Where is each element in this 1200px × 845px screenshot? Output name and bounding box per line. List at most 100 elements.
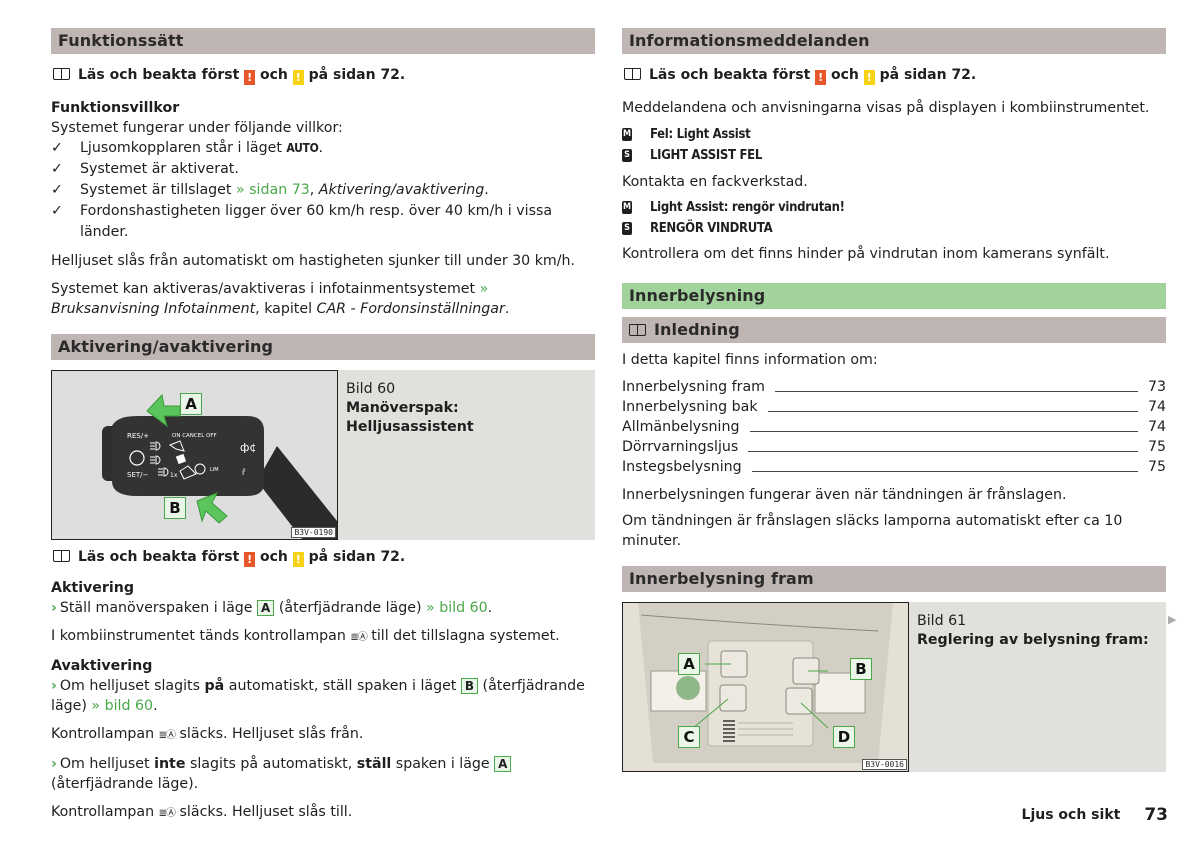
paragraph: Kontrollampan ≣Ⓐ släcks. Helljuset slås … xyxy=(51,804,353,820)
right-column: Informationsmeddelanden Läs och beakta f… xyxy=(622,28,1166,772)
list-item: ✓ Fordonshastigheten ligger över 60 km/h … xyxy=(51,203,553,240)
paragraph: Helljuset slås från automatiskt om hasti… xyxy=(51,253,576,269)
toc-item[interactable]: Innerbelysning fram 73 xyxy=(622,377,1166,397)
section-heading-aktivering: Aktivering/avaktivering xyxy=(51,334,595,360)
figure-number: Bild 60 xyxy=(346,381,396,397)
safety-note: Läs och beakta först ! och ! på sidan 72… xyxy=(53,546,595,568)
section-heading-innerbelysning-fram: Innerbelysning fram xyxy=(622,566,1166,592)
figure-title: Reglering av belysning fram: xyxy=(917,632,1149,648)
page-footer: Ljus och sikt 73 xyxy=(1022,805,1168,825)
warning-yellow-icon: ! xyxy=(292,552,304,567)
paragraph: Kontrollampan ≣Ⓐ släcks. Helljuset slås … xyxy=(51,726,364,742)
paragraph: I kombiinstrumentet tänds kontrollampan … xyxy=(51,628,560,644)
paragraph: Om tändningen är frånslagen släcks lampo… xyxy=(622,513,1123,549)
reference-link[interactable]: » xyxy=(480,281,489,297)
check-icon: ✓ xyxy=(51,161,63,177)
book-icon xyxy=(624,68,641,80)
display-s-icon: S xyxy=(622,149,632,162)
chapter-heading-innerbelysning: Innerbelysning xyxy=(622,283,1166,309)
page-link[interactable]: » sidan 73 xyxy=(236,182,310,198)
paragraph: Systemet kan aktiveras/avaktiveras i inf… xyxy=(51,281,510,317)
key-a: A xyxy=(257,600,275,616)
subheading-aktivering: Aktivering xyxy=(51,580,135,596)
warning-yellow-icon: ! xyxy=(863,70,875,85)
paragraph: I detta kapitel finns information om: xyxy=(622,352,878,368)
list-item: ✓ Ljusomkopplaren står i läget AUTO. xyxy=(51,138,595,159)
book-icon xyxy=(629,324,646,336)
label-c: C xyxy=(678,726,700,748)
key-b: B xyxy=(460,678,479,694)
label-d: D xyxy=(833,726,855,748)
figure-code: B3V-0190 xyxy=(291,527,336,538)
message-item: S RENGÖR VINDRUTA xyxy=(622,218,1166,239)
figure-caption: Bild 61 Reglering av belysning fram: xyxy=(909,602,1166,772)
display-s-icon: S xyxy=(622,222,632,235)
toc-item[interactable]: Innerbelysning bak 74 xyxy=(622,397,1166,417)
message-item: M Fel: Light Assist xyxy=(622,127,751,142)
subheading-avaktivering: Avaktivering xyxy=(51,658,153,674)
step: › Om helljuset slagits på automatiskt, st… xyxy=(51,678,585,714)
paragraph: Innerbelysningen fungerar även när tändn… xyxy=(622,487,1067,503)
check-icon: ✓ xyxy=(51,182,63,198)
step-chevron-icon: › xyxy=(51,756,57,772)
warning-red-icon: ! xyxy=(244,552,256,567)
highbeam-assist-lamp-icon: ≣Ⓐ xyxy=(158,808,176,819)
continue-arrow-icon: ▶ xyxy=(1168,613,1177,626)
warning-yellow-icon: ! xyxy=(292,70,304,85)
message-list: M Light Assist: rengör vindrutan! S RENGÖR… xyxy=(622,197,1166,239)
figure-link[interactable]: » bild 60 xyxy=(426,600,488,616)
step: › Om helljuset inte slagits på automatisk… xyxy=(51,754,595,794)
toc-item[interactable]: Allmänbelysning 74 xyxy=(622,417,1166,437)
figure-61: A B C D B3V-0016 Bild 61 Reglering av be… xyxy=(622,602,1166,772)
book-icon xyxy=(53,550,70,562)
label-a: A xyxy=(678,653,700,675)
check-icon: ✓ xyxy=(51,203,63,219)
section-heading-inledning: Inledning xyxy=(622,317,1166,343)
label-a: A xyxy=(180,393,202,415)
lever-label: 1x xyxy=(170,472,178,479)
paragraph: Meddelandena och anvisningarna visas på … xyxy=(622,100,1150,116)
label-b: B xyxy=(164,497,186,519)
message-item: M Light Assist: rengör vindrutan! xyxy=(622,200,845,215)
figure-code: B3V-0016 xyxy=(862,759,907,770)
toc-item[interactable]: Dörrvarningsljus 75 xyxy=(622,437,1166,457)
section-heading-funktionssatt: Funktionssätt xyxy=(51,28,595,54)
display-m-icon: M xyxy=(622,201,632,214)
figure-60: RES/+ ON CANCEL OFF SET/− 1x LIM ф¢ ř A … xyxy=(51,370,595,540)
list-item: ✓ Systemet är aktiverat. xyxy=(51,159,595,180)
paragraph: Kontakta en fackverkstad. xyxy=(622,174,808,190)
step-chevron-icon: › xyxy=(51,678,57,694)
paragraph: Kontrollera om det finns hinder på vindr… xyxy=(622,246,1110,262)
conditions-intro: Systemet fungerar under följande villkor… xyxy=(51,120,343,136)
highbeam-assist-lamp-icon: ≣Ⓐ xyxy=(158,730,176,741)
lever-illustration: RES/+ ON CANCEL OFF SET/− 1x LIM ф¢ ř A … xyxy=(51,370,338,540)
safety-note: Läs och beakta först ! och ! på sidan 72… xyxy=(53,64,595,86)
figure-number: Bild 61 xyxy=(917,613,967,629)
safety-note: Läs och beakta först ! och ! på sidan 72… xyxy=(624,64,1166,86)
page-number: 73 xyxy=(1144,805,1168,825)
message-item: S LIGHT ASSIST FEL xyxy=(622,145,1166,166)
highbeam-assist-lamp-icon: ≣Ⓐ xyxy=(350,632,367,643)
warning-red-icon: ! xyxy=(815,70,827,85)
roof-console-illustration: A B C D B3V-0016 xyxy=(622,602,909,772)
lever-label: SET/− xyxy=(127,471,149,479)
conditions-list: ✓ Ljusomkopplaren står i läget AUTO. ✓ Sys… xyxy=(51,138,595,243)
table-of-contents: Innerbelysning fram 73 Innerbelysning bak… xyxy=(622,377,1166,477)
lever-label: LIM xyxy=(210,467,219,473)
toc-item[interactable]: Instegsbelysning 75 xyxy=(622,457,1166,477)
svg-text:ф¢: ф¢ xyxy=(240,441,256,454)
left-column: Funktionssätt Läs och beakta först ! och… xyxy=(51,28,595,824)
step-chevron-icon: › xyxy=(51,600,57,616)
key-a: A xyxy=(494,756,512,772)
subheading-funktionsvillkor: Funktionsvillkor xyxy=(51,100,180,116)
label-b: B xyxy=(850,658,872,680)
book-icon xyxy=(53,68,70,80)
lever-label: RES/+ xyxy=(127,432,149,440)
list-item: ✓ Systemet är tillslaget » sidan 73, Akti… xyxy=(51,180,595,201)
roof-console-drawing xyxy=(623,603,908,771)
warning-red-icon: ! xyxy=(244,70,256,85)
figure-link[interactable]: » bild 60 xyxy=(91,698,153,714)
display-m-icon: M xyxy=(622,128,632,141)
message-list: M Fel: Light Assist S LIGHT ASSIST FEL xyxy=(622,124,1166,166)
lever-label: ON CANCEL OFF xyxy=(172,433,217,439)
